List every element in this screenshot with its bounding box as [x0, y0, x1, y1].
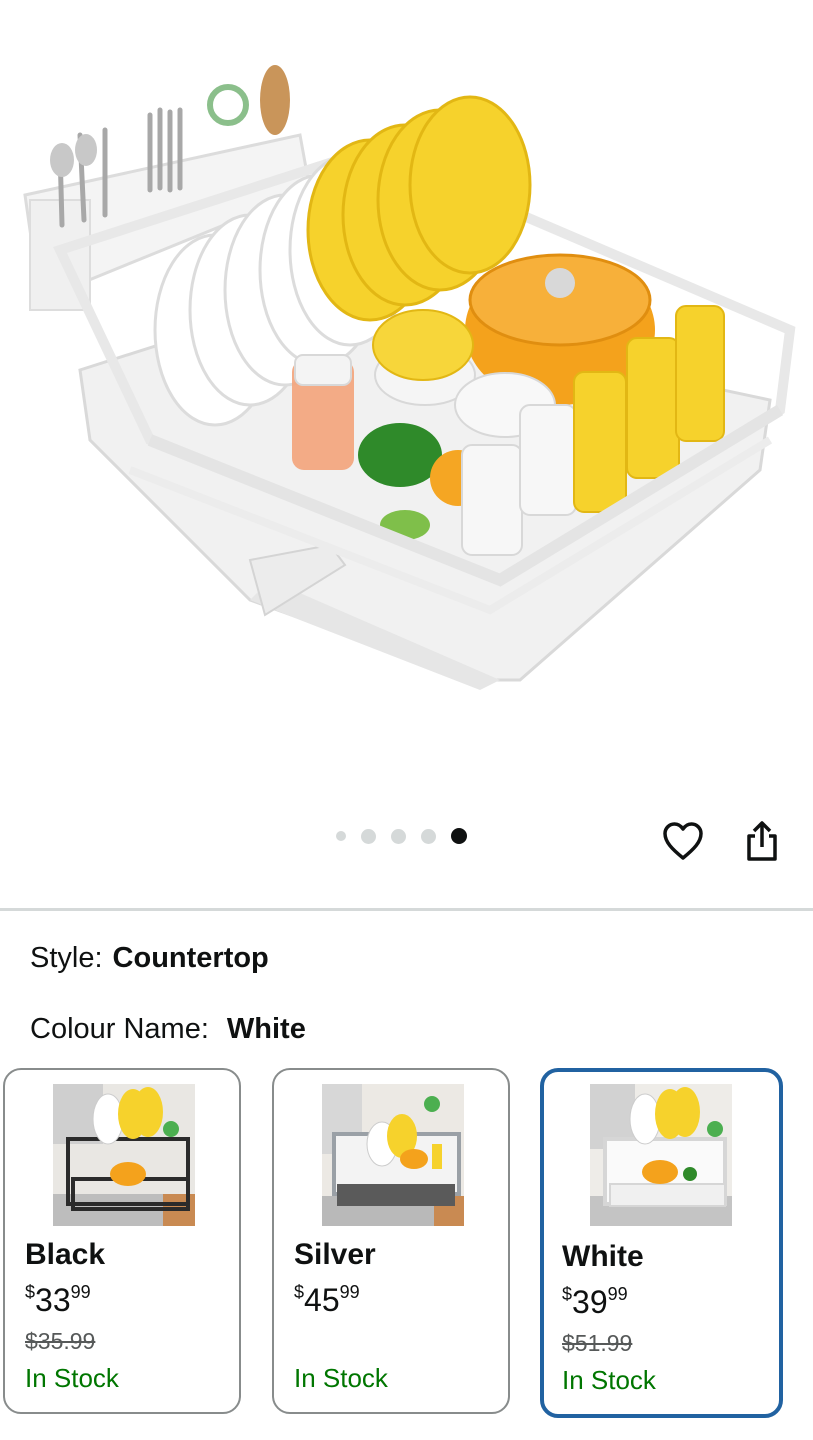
price-currency: $ [25, 1282, 36, 1302]
variant-was-price: $51.99 [562, 1330, 633, 1356]
carousel-dot[interactable] [421, 828, 436, 844]
price-currency: $ [562, 1284, 573, 1304]
colour-label: Colour Name: [30, 1013, 209, 1045]
carousel-dot[interactable] [361, 828, 376, 844]
price-whole: 33 [35, 1282, 71, 1318]
style-selector-label: Style: Countertop [30, 942, 269, 975]
variant-thumbnail [590, 1084, 732, 1226]
heart-outline-icon [663, 822, 703, 860]
share-icon [747, 821, 777, 861]
variant-name: White [562, 1240, 644, 1273]
variant-price: $39 99 [562, 1284, 628, 1320]
price-whole: 39 [572, 1284, 608, 1320]
section-divider [0, 908, 813, 911]
style-value: Countertop [112, 942, 269, 974]
variant-thumbnail [53, 1084, 195, 1226]
variant-stock-status: In Stock [562, 1365, 656, 1395]
carousel-dot[interactable] [391, 828, 406, 844]
variant-price: $33 99 [25, 1282, 91, 1318]
product-page: Style: Countertop Colour Name: White Black [0, 0, 813, 1440]
wishlist-button[interactable] [660, 818, 706, 864]
price-whole: 45 [304, 1282, 340, 1318]
variant-was-price: $35.99 [25, 1328, 96, 1354]
image-carousel-pager[interactable] [336, 828, 467, 844]
colour-selector-label: Colour Name: White [30, 1013, 306, 1046]
dish-rack-illustration [23, 65, 796, 690]
style-label: Style: [30, 942, 103, 974]
carousel-dot-active[interactable] [451, 828, 467, 844]
variant-price: $45 99 [294, 1282, 360, 1318]
share-button[interactable] [739, 818, 785, 864]
variant-thumbnail [322, 1084, 464, 1226]
price-fraction: 99 [70, 1282, 91, 1302]
variant-stock-status: In Stock [25, 1363, 119, 1393]
price-fraction: 99 [607, 1284, 628, 1304]
product-image[interactable] [0, 0, 813, 790]
price-currency: $ [294, 1282, 305, 1302]
variant-card-white[interactable]: White $39 99 $51.99 In Stock [540, 1068, 783, 1418]
variant-name: Black [25, 1238, 106, 1271]
variant-stock-status: In Stock [294, 1363, 388, 1393]
variant-card-black[interactable]: Black $33 99 $35.99 In Stock [3, 1068, 241, 1414]
price-fraction: 99 [339, 1282, 360, 1302]
carousel-dot[interactable] [336, 831, 346, 841]
colour-value: White [226, 1013, 306, 1045]
variant-name: Silver [294, 1238, 376, 1271]
variant-card-silver[interactable]: Silver $45 99 In Stock [272, 1068, 510, 1414]
